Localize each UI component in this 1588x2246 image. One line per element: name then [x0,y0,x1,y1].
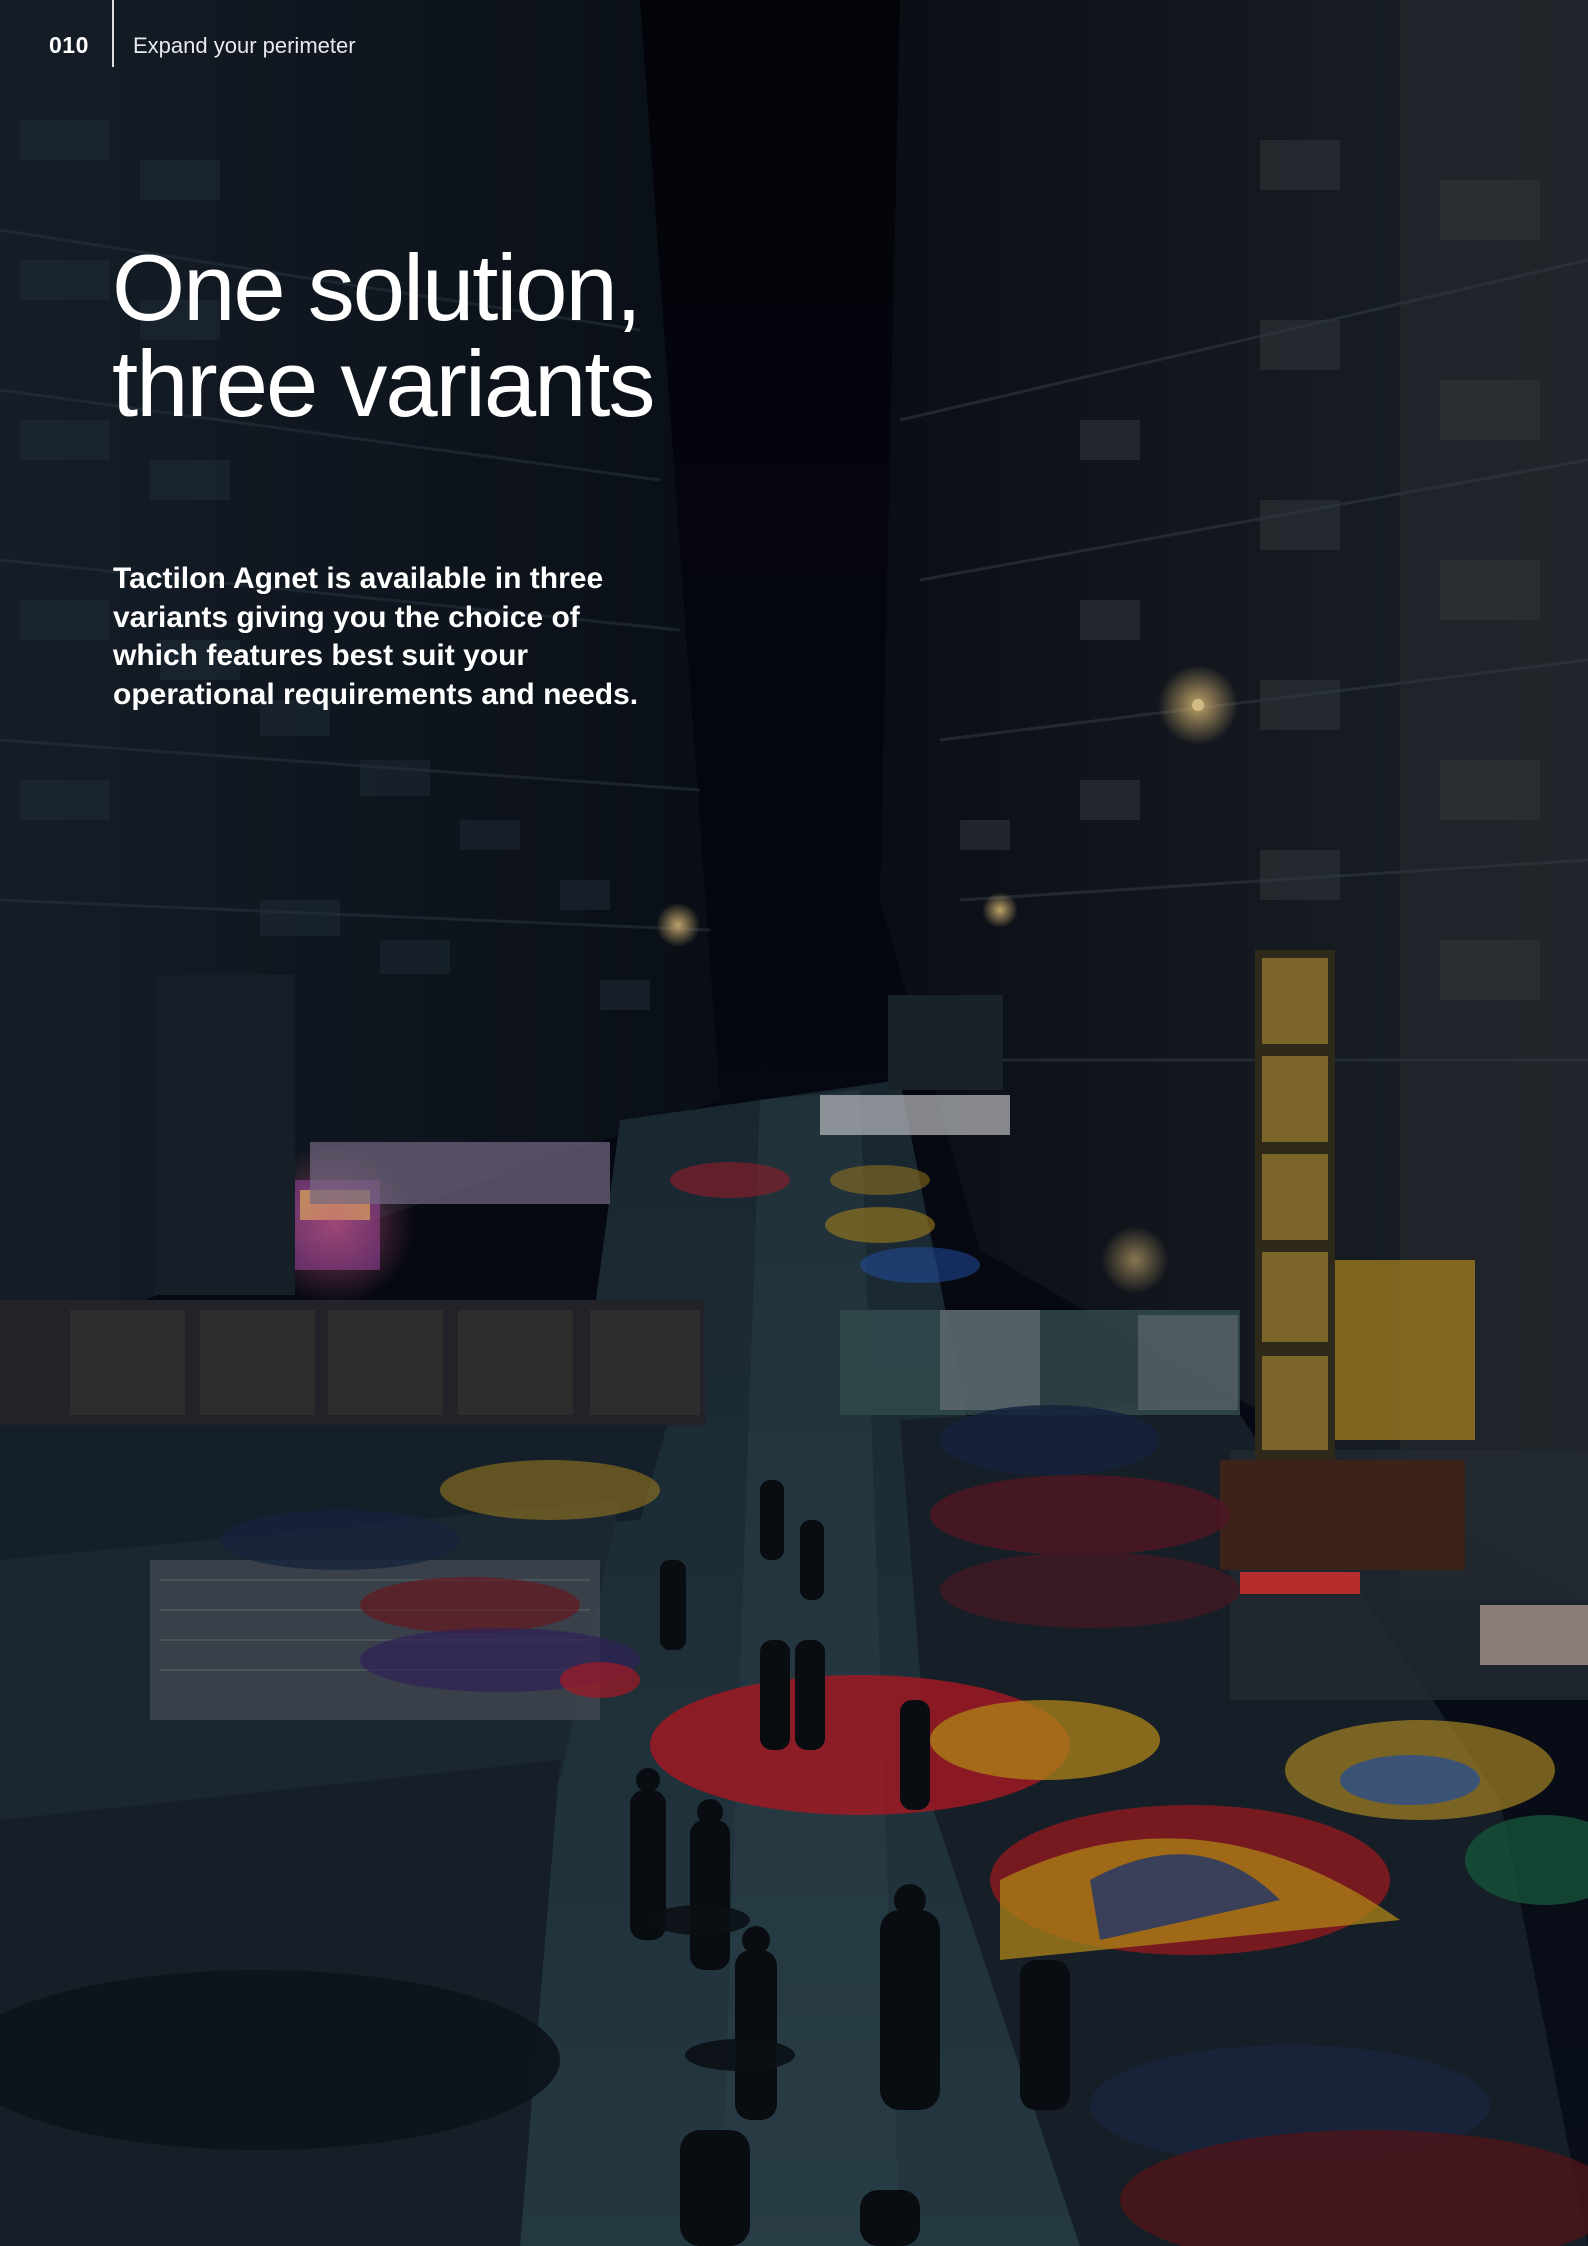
intro-paragraph: Tactilon Agnet is available in three var… [113,562,639,711]
header-divider [112,0,114,67]
headline-line-1: One solution, [112,235,642,340]
document-page: 010 Expand your perimeter One solution, … [0,0,1588,2246]
page-number: 010 [49,32,89,58]
section-title: Expand your perimeter [133,33,356,58]
headline: One solution, three variants [112,240,812,432]
page-header: 010 Expand your perimeter [0,0,1588,70]
headline-line-2: three variants [112,331,656,436]
